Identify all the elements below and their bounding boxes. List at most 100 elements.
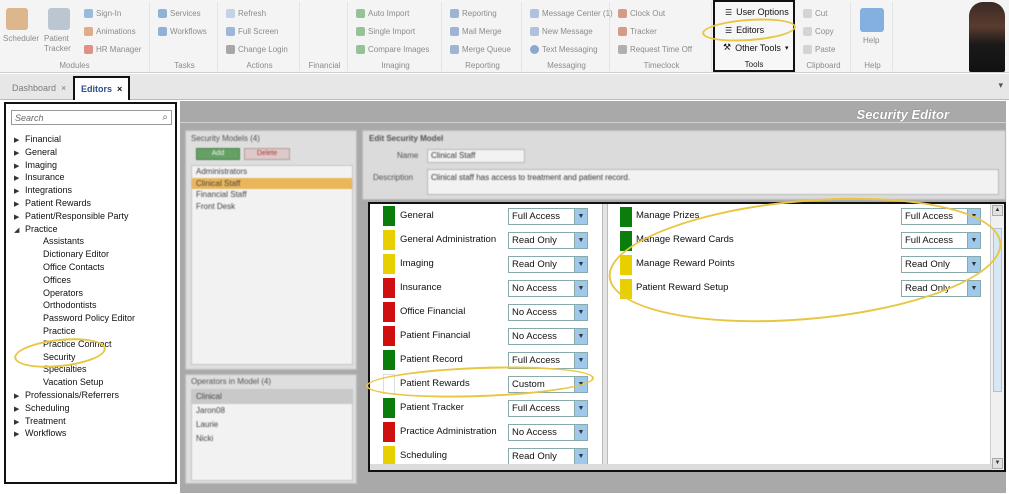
tab-editors[interactable]: Editors ×	[73, 76, 131, 100]
paste-button[interactable]: Paste	[803, 45, 835, 54]
scheduler-button[interactable]: Scheduler	[3, 34, 39, 43]
access-dropdown[interactable]: Read Only ▼	[508, 448, 588, 465]
tree-item[interactable]: ▶ Workflows	[14, 427, 174, 440]
list-item[interactable]: Laurie	[192, 418, 352, 432]
reporting-button[interactable]: Reporting	[450, 9, 497, 18]
permission-row[interactable]: Office Financial No Access ▼	[380, 300, 598, 322]
add-button[interactable]: Add	[196, 148, 240, 160]
compare-images-button[interactable]: Compare Images	[356, 45, 429, 54]
cut-button[interactable]: Cut	[803, 9, 827, 18]
tree-item[interactable]: Dictionary Editor	[14, 248, 174, 261]
animations-button[interactable]: Animations	[84, 27, 136, 36]
chevron-down-icon[interactable]: ▼	[574, 353, 587, 368]
chevron-down-icon[interactable]: ▼	[574, 449, 587, 464]
scroll-thumb[interactable]	[993, 228, 1002, 392]
chevron-down-icon[interactable]: ▼	[574, 305, 587, 320]
tree-item[interactable]: Offices	[14, 274, 174, 287]
access-dropdown[interactable]: Full Access ▼	[508, 352, 588, 369]
new-message-button[interactable]: New Message	[530, 27, 593, 36]
access-dropdown[interactable]: Full Access ▼	[901, 208, 981, 225]
permission-row[interactable]: General Full Access ▼	[380, 204, 598, 226]
access-dropdown[interactable]: No Access ▼	[508, 280, 588, 297]
scroll-down-icon[interactable]: ▼	[992, 458, 1003, 469]
tree-item[interactable]: Office Contacts	[14, 261, 174, 274]
tree-item[interactable]: ▶ Professionals/Referrers	[14, 389, 174, 402]
text-messaging-button[interactable]: Text Messaging	[530, 45, 598, 54]
tree-item[interactable]: ▶ Scheduling	[14, 402, 174, 415]
tree-item[interactable]: Password Policy Editor	[14, 312, 174, 325]
sign-in-button[interactable]: Sign-In	[84, 9, 121, 18]
description-field[interactable]: Clinical staff has access to treatment a…	[427, 169, 999, 195]
list-item[interactable]: Administrators	[192, 166, 352, 178]
permission-row[interactable]: Patient Record Full Access ▼	[380, 348, 598, 370]
editors-button[interactable]: ☰ Editors	[725, 25, 764, 35]
permission-row[interactable]: Patient Rewards Custom ▼	[380, 372, 598, 394]
clock-out-button[interactable]: Clock Out	[618, 9, 665, 18]
chevron-down-icon[interactable]: ▼	[574, 401, 587, 416]
list-item[interactable]: Front Desk	[192, 201, 352, 213]
list-item[interactable]: Jaron08	[192, 404, 352, 418]
list-item[interactable]: Clinical	[192, 390, 352, 404]
name-field[interactable]: Clinical Staff	[427, 149, 525, 163]
tree-item[interactable]: Practice	[14, 325, 174, 338]
tree-item[interactable]: Security	[14, 351, 174, 364]
access-dropdown[interactable]: No Access ▼	[508, 304, 588, 321]
scheduler-icon[interactable]	[6, 8, 28, 30]
help-icon[interactable]	[860, 8, 884, 32]
access-dropdown[interactable]: No Access ▼	[508, 328, 588, 345]
access-dropdown[interactable]: Full Access ▼	[508, 208, 588, 225]
chevron-down-icon[interactable]: ▾	[998, 80, 1003, 91]
tree-item[interactable]: Specialties	[14, 363, 174, 376]
tree-item[interactable]: Orthodontists	[14, 299, 174, 312]
close-icon[interactable]: ×	[61, 83, 66, 93]
chevron-down-icon[interactable]: ▼	[574, 257, 587, 272]
permission-row[interactable]: Patient Tracker Full Access ▼	[380, 396, 598, 418]
tree-item[interactable]: Operators	[14, 287, 174, 300]
tree-item[interactable]: ▶ Patient Rewards	[14, 197, 174, 210]
search-icon[interactable]: ⌕	[162, 112, 168, 123]
permission-row[interactable]: Patient Financial No Access ▼	[380, 324, 598, 346]
chevron-down-icon[interactable]: ▼	[574, 281, 587, 296]
tree-item[interactable]: Practice Connect	[14, 338, 174, 351]
tree-item[interactable]: ▶ Imaging	[14, 159, 174, 172]
access-dropdown[interactable]: Read Only ▼	[901, 280, 981, 297]
access-dropdown[interactable]: Read Only ▼	[901, 256, 981, 273]
chevron-down-icon[interactable]: ▼	[574, 329, 587, 344]
hr-manager-button[interactable]: HR Manager	[84, 45, 141, 54]
request-time-off-button[interactable]: Request Time Off	[618, 45, 692, 54]
services-button[interactable]: Services	[158, 9, 201, 18]
access-dropdown[interactable]: Full Access ▼	[901, 232, 981, 249]
message-center-button[interactable]: Message Center (1)	[530, 9, 613, 18]
splitter[interactable]	[602, 204, 608, 470]
access-dropdown[interactable]: Custom ▼	[508, 376, 588, 393]
patient-tracker-icon[interactable]	[48, 8, 70, 30]
access-dropdown[interactable]: No Access ▼	[508, 424, 588, 441]
full-screen-button[interactable]: Full Screen	[226, 27, 278, 36]
mail-merge-button[interactable]: Mail Merge	[450, 27, 502, 36]
permission-row[interactable]: Manage Reward Cards Full Access ▼	[614, 228, 986, 252]
search-input[interactable]: Search ⌕	[11, 110, 172, 125]
permission-row[interactable]: Manage Prizes Full Access ▼	[614, 204, 986, 228]
chevron-down-icon[interactable]: ▼	[574, 233, 587, 248]
chevron-down-icon[interactable]: ▼	[967, 209, 980, 224]
chevron-down-icon[interactable]: ▼	[967, 281, 980, 296]
permission-row[interactable]: Patient Reward Setup Read Only ▼	[614, 276, 986, 300]
refresh-button[interactable]: Refresh	[226, 9, 266, 18]
tree-item[interactable]: ▶ Insurance	[14, 171, 174, 184]
chevron-down-icon[interactable]: ▼	[967, 257, 980, 272]
access-dropdown[interactable]: Full Access ▼	[508, 400, 588, 417]
scroll-up-icon[interactable]: ▲	[992, 205, 1003, 216]
close-icon[interactable]: ×	[117, 84, 122, 94]
tracker-button[interactable]: Tracker	[618, 27, 657, 36]
tree-item[interactable]: Vacation Setup	[14, 376, 174, 389]
tree-item[interactable]: Assistants	[14, 235, 174, 248]
user-options-button[interactable]: ☰ User Options	[725, 7, 789, 17]
chevron-down-icon[interactable]: ▼	[574, 425, 587, 440]
permission-row[interactable]: Manage Reward Points Read Only ▼	[614, 252, 986, 276]
tree-item[interactable]: ◢ Practice	[14, 223, 174, 236]
tab-dashboard[interactable]: Dashboard ×	[6, 77, 72, 98]
single-import-button[interactable]: Single Import	[356, 27, 415, 36]
copy-button[interactable]: Copy	[803, 27, 834, 36]
permission-row[interactable]: Insurance No Access ▼	[380, 276, 598, 298]
access-dropdown[interactable]: Read Only ▼	[508, 232, 588, 249]
